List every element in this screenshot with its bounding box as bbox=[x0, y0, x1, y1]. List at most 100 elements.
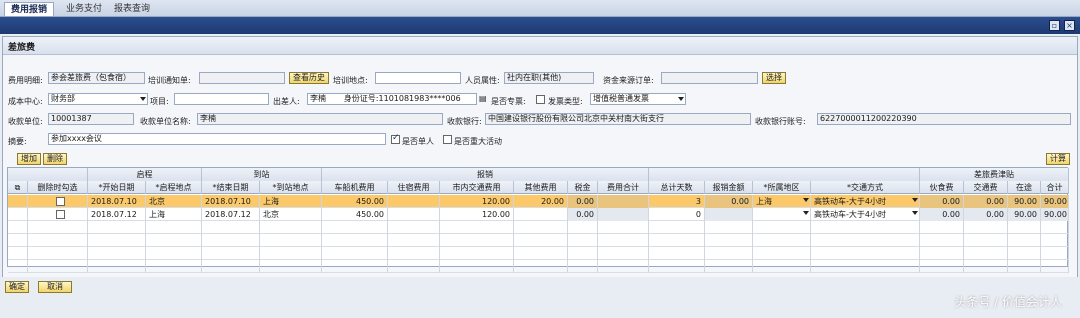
table-cell[interactable]: 上海 bbox=[753, 195, 811, 208]
fund-source-field[interactable] bbox=[661, 72, 758, 84]
table-cell[interactable] bbox=[440, 260, 514, 273]
table-cell[interactable]: 上海 bbox=[146, 208, 202, 221]
table-cell[interactable] bbox=[146, 221, 202, 234]
table-cell[interactable] bbox=[568, 221, 598, 234]
table-cell[interactable] bbox=[28, 234, 88, 247]
table-cell[interactable]: 0.00 bbox=[920, 195, 964, 208]
column-header[interactable]: *所属地区 bbox=[753, 181, 811, 194]
column-header[interactable]: 车船机费用 bbox=[322, 181, 388, 194]
table-cell[interactable] bbox=[920, 260, 964, 273]
table-cell[interactable] bbox=[964, 247, 1008, 260]
table-cell[interactable] bbox=[753, 234, 811, 247]
table-cell[interactable] bbox=[649, 234, 705, 247]
tab-report-query[interactable]: 报表查询 bbox=[108, 2, 156, 16]
cancel-button[interactable]: 取消 bbox=[38, 281, 72, 293]
table-cell[interactable] bbox=[440, 234, 514, 247]
table-cell[interactable]: 0.00 bbox=[568, 208, 598, 221]
table-cell[interactable] bbox=[598, 208, 649, 221]
row-selector[interactable] bbox=[8, 221, 28, 234]
table-cell[interactable] bbox=[146, 234, 202, 247]
table-cell[interactable]: 90.00 bbox=[1041, 195, 1069, 208]
table-cell[interactable] bbox=[388, 234, 440, 247]
row-selector[interactable] bbox=[8, 247, 28, 260]
table-cell[interactable] bbox=[322, 260, 388, 273]
table-cell[interactable] bbox=[146, 260, 202, 273]
row-selector[interactable] bbox=[8, 234, 28, 247]
table-cell[interactable] bbox=[964, 221, 1008, 234]
delete-row-button[interactable]: 删除 bbox=[43, 153, 67, 165]
table-cell[interactable] bbox=[1008, 221, 1041, 234]
payee-unit-field[interactable]: 10001387 bbox=[48, 113, 134, 125]
table-cell[interactable] bbox=[568, 260, 598, 273]
table-cell[interactable]: 20.00 bbox=[514, 195, 568, 208]
table-cell[interactable] bbox=[322, 221, 388, 234]
ok-button[interactable]: 确定 bbox=[5, 281, 29, 293]
calculate-button[interactable]: 计算 bbox=[1046, 153, 1070, 165]
column-header[interactable]: 删除时勾选 bbox=[28, 181, 88, 194]
table-cell[interactable] bbox=[202, 221, 260, 234]
table-cell[interactable] bbox=[260, 260, 322, 273]
table-cell[interactable] bbox=[440, 247, 514, 260]
major-event-checkbox[interactable] bbox=[443, 135, 452, 144]
table-row[interactable] bbox=[8, 221, 1069, 234]
table-row[interactable] bbox=[8, 260, 1069, 273]
table-cell[interactable] bbox=[1008, 247, 1041, 260]
table-cell[interactable]: 2018.07.12 bbox=[202, 208, 260, 221]
column-header[interactable]: *交通方式 bbox=[811, 181, 920, 194]
tab-expense-reimbursement[interactable]: 费用报销 bbox=[4, 2, 55, 16]
table-cell[interactable] bbox=[88, 247, 146, 260]
table-cell[interactable]: 0.00 bbox=[964, 208, 1008, 221]
table-cell[interactable] bbox=[388, 195, 440, 208]
table-cell[interactable] bbox=[260, 234, 322, 247]
table-cell[interactable] bbox=[753, 260, 811, 273]
table-cell[interactable] bbox=[514, 221, 568, 234]
column-header[interactable]: 其他费用 bbox=[514, 181, 568, 194]
table-cell[interactable] bbox=[964, 234, 1008, 247]
table-cell[interactable] bbox=[28, 247, 88, 260]
table-cell[interactable] bbox=[1041, 234, 1069, 247]
project-field[interactable] bbox=[174, 93, 269, 105]
account-field[interactable]: 6227000011200220390 bbox=[817, 113, 1071, 125]
table-cell[interactable] bbox=[514, 208, 568, 221]
table-cell[interactable]: 90.00 bbox=[1008, 208, 1041, 221]
person-attr-field[interactable]: 社内在职(其他) bbox=[504, 72, 594, 84]
column-header[interactable]: 总计天数 bbox=[649, 181, 705, 194]
single-person-checkbox[interactable] bbox=[391, 133, 400, 144]
column-header[interactable]: *结束日期 bbox=[202, 181, 260, 194]
column-header[interactable]: *启程地点 bbox=[146, 181, 202, 194]
table-cell[interactable] bbox=[28, 195, 88, 208]
table-cell[interactable] bbox=[568, 247, 598, 260]
column-header[interactable]: 伙食费 bbox=[920, 181, 964, 194]
view-history-button[interactable]: 查看历史 bbox=[289, 72, 329, 84]
table-cell[interactable]: 0.00 bbox=[705, 195, 753, 208]
bank-field[interactable]: 中国建设银行股份有限公司北京中关村南大街支行 bbox=[485, 113, 751, 125]
table-cell[interactable] bbox=[146, 247, 202, 260]
table-row[interactable]: 2018.07.10 北京 2018.07.10 上海 450.00 120.00 20.0… bbox=[8, 195, 1069, 208]
row-selector[interactable] bbox=[8, 208, 28, 221]
table-cell[interactable] bbox=[705, 234, 753, 247]
column-header[interactable]: 交通费 bbox=[964, 181, 1008, 194]
table-cell[interactable] bbox=[568, 234, 598, 247]
table-cell[interactable] bbox=[322, 247, 388, 260]
table-cell[interactable] bbox=[440, 221, 514, 234]
table-cell[interactable]: 2018.07.10 bbox=[88, 195, 146, 208]
table-cell[interactable] bbox=[1008, 260, 1041, 273]
table-cell[interactable] bbox=[388, 221, 440, 234]
table-cell[interactable] bbox=[811, 260, 920, 273]
add-row-button[interactable]: 增加 bbox=[17, 153, 41, 165]
column-header[interactable]: 住宿费用 bbox=[388, 181, 440, 194]
table-cell[interactable]: 2018.07.12 bbox=[88, 208, 146, 221]
table-cell[interactable]: 高铁动车-大于4小时 bbox=[811, 195, 920, 208]
column-header[interactable]: 费用合计 bbox=[598, 181, 649, 194]
table-cell[interactable]: 90.00 bbox=[1008, 195, 1041, 208]
table-cell[interactable]: 0 bbox=[649, 208, 705, 221]
column-header[interactable]: 市内交通费用 bbox=[440, 181, 514, 194]
table-cell[interactable] bbox=[753, 208, 811, 221]
grid-settings-icon[interactable]: ⧉ bbox=[8, 181, 28, 194]
table-cell[interactable]: 450.00 bbox=[322, 208, 388, 221]
select-button[interactable]: 选择 bbox=[762, 72, 786, 84]
table-cell[interactable] bbox=[514, 260, 568, 273]
column-header[interactable]: *开始日期 bbox=[88, 181, 146, 194]
table-cell[interactable] bbox=[202, 260, 260, 273]
table-cell[interactable]: 0.00 bbox=[568, 195, 598, 208]
